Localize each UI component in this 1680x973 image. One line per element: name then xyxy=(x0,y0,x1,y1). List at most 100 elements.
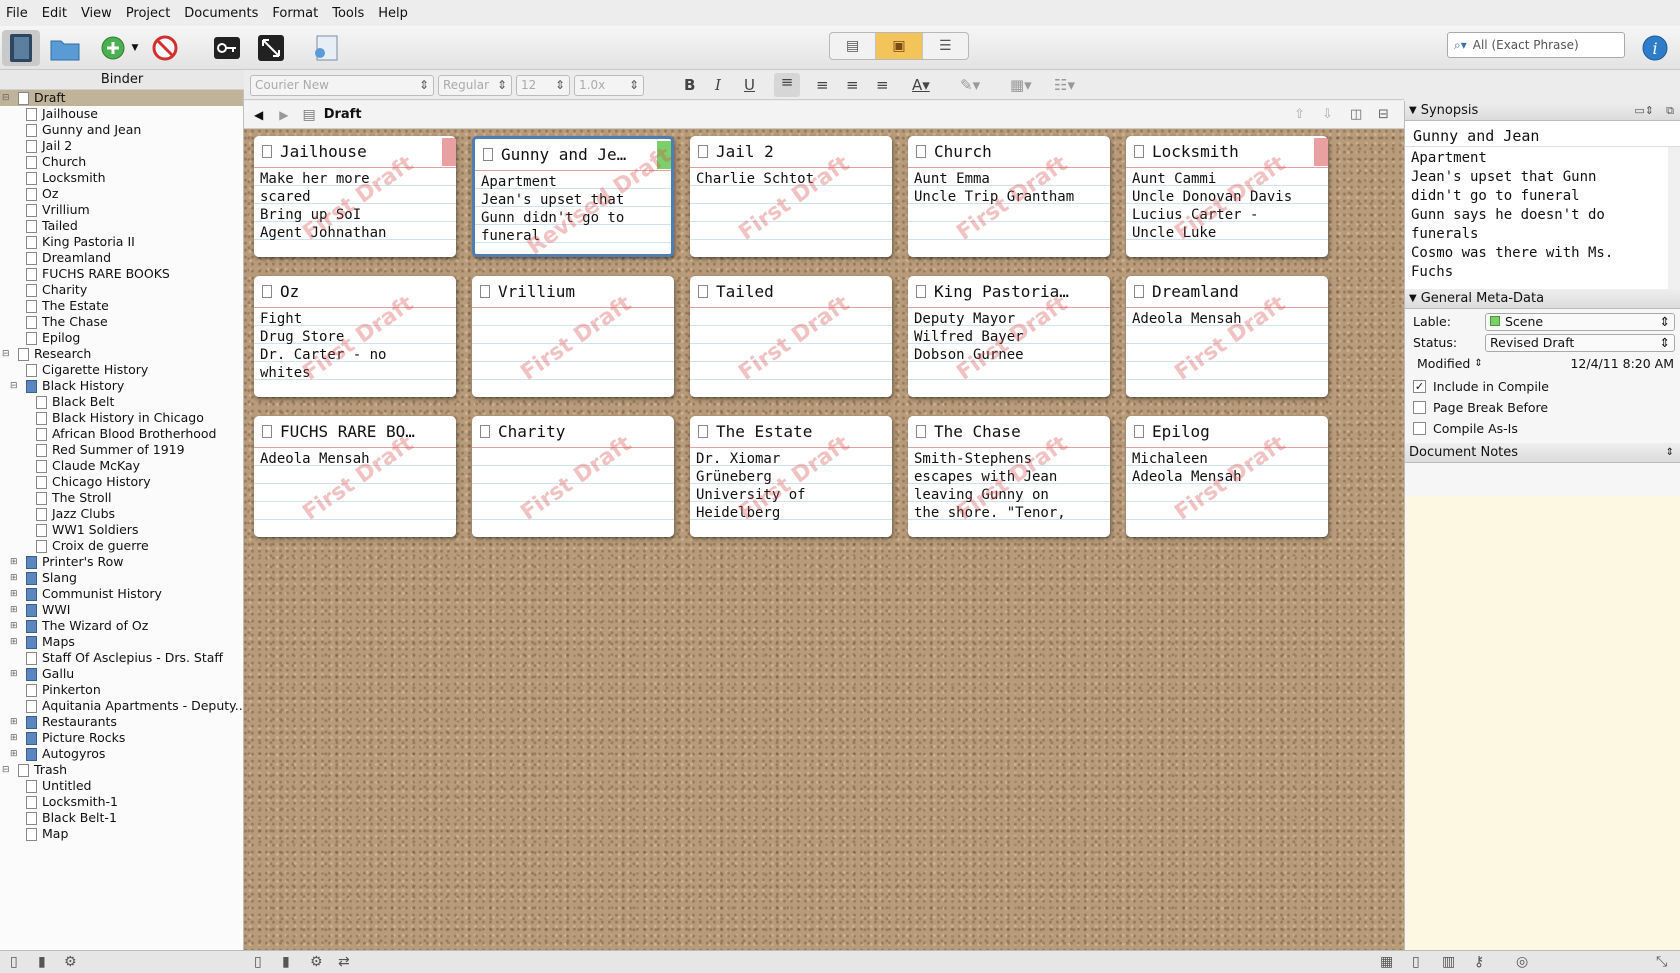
align-left-icon[interactable]: ≡ xyxy=(774,73,800,97)
table-icon[interactable]: ▦▾ xyxy=(1010,76,1032,94)
split-horizontal-icon[interactable]: ⊟ xyxy=(1378,107,1389,122)
binder-tree[interactable]: ⊟ Draft Jailhouse Gunny and Jean Jail 2 Churc… xyxy=(0,90,244,950)
binder-item[interactable]: Map xyxy=(0,826,243,842)
card-synopsis[interactable]: Aunt Emma Uncle Trip Grantham xyxy=(908,168,1110,257)
line-spacing-select[interactable]: 1.0x ⇕ xyxy=(574,75,644,96)
expand-icon[interactable]: ⊞ xyxy=(10,554,20,570)
split-vertical-icon[interactable]: ◫ xyxy=(1350,107,1362,122)
index-card[interactable]: Tailed First Draft xyxy=(690,276,892,397)
index-card[interactable]: Jailhouse Make her more scared Bring up S… xyxy=(254,136,456,257)
font-size-select[interactable]: 12 ⇕ xyxy=(516,75,570,96)
binder-item[interactable]: ⊞ Communist History xyxy=(0,586,243,602)
italic-icon[interactable]: I xyxy=(715,76,721,94)
collections-button[interactable] xyxy=(46,30,84,66)
expand-icon[interactable]: ⊞ xyxy=(10,634,20,650)
binder-item[interactable]: The Estate xyxy=(0,298,243,314)
binder-item[interactable]: ⊟ Trash xyxy=(0,762,243,778)
menu-project[interactable]: Project xyxy=(126,6,170,21)
arrange-icon[interactable]: ⇄ xyxy=(338,954,350,970)
card-title[interactable]: Gunny and Je… xyxy=(475,139,671,171)
expand-icon[interactable]: ⊞ xyxy=(10,618,20,634)
menu-documents[interactable]: Documents xyxy=(184,6,258,21)
gear-icon[interactable]: ⚙ xyxy=(64,954,77,970)
modified-label[interactable]: Modified xyxy=(1417,356,1470,371)
card-title[interactable]: Dreamland xyxy=(1126,276,1328,308)
binder-item[interactable]: Locksmith xyxy=(0,170,243,186)
font-family-select[interactable]: Courier New ⇕ xyxy=(250,75,434,96)
binder-item[interactable]: Red Summer of 1919 xyxy=(0,442,243,458)
binder-item[interactable]: Aquitania Apartments - Deputy... xyxy=(0,698,243,714)
page-break-checkbox[interactable] xyxy=(1413,401,1426,414)
resize-icon[interactable]: ⤡ xyxy=(1656,954,1667,970)
card-title[interactable]: FUCHS RARE BO… xyxy=(254,416,456,448)
new-document-icon[interactable]: ▯ xyxy=(254,954,262,970)
synopsis-mode-icon[interactable]: ▭⇕ xyxy=(1634,101,1654,121)
card-synopsis[interactable]: Make her more scared Bring up SoI Agent … xyxy=(254,168,456,257)
menu-help[interactable]: Help xyxy=(378,6,408,21)
inspector-tools-button[interactable] xyxy=(306,30,344,66)
document-notes-header[interactable]: Document Notes ⇕ xyxy=(1405,443,1680,463)
menu-format[interactable]: Format xyxy=(272,6,318,21)
inspector-button[interactable]: i xyxy=(1637,30,1673,66)
key-icon[interactable]: ⚷ xyxy=(1474,954,1484,970)
index-card[interactable]: Oz Fight Drug Store Dr. Carter - no white… xyxy=(254,276,456,397)
compile-as-is-checkbox[interactable] xyxy=(1413,422,1426,435)
binder-item[interactable]: ⊟ Research xyxy=(0,346,243,362)
new-document-icon[interactable]: ▯ xyxy=(10,954,18,970)
binder-item[interactable]: WW1 Soldiers xyxy=(0,522,243,538)
binder-item[interactable]: Tailed xyxy=(0,218,243,234)
card-synopsis[interactable]: Adeola Mensah xyxy=(254,448,456,537)
card-synopsis[interactable]: Adeola Mensah xyxy=(1126,308,1328,397)
collapse-icon[interactable]: ⊟ xyxy=(10,378,20,394)
image-icon[interactable]: ⧉ xyxy=(1666,101,1674,121)
expand-icon[interactable]: ⊞ xyxy=(10,730,20,746)
bold-icon[interactable]: B xyxy=(684,76,695,94)
expand-icon[interactable]: ⊞ xyxy=(10,714,20,730)
binder-item[interactable]: Croix de guerre xyxy=(0,538,243,554)
binder-item[interactable]: Black History in Chicago xyxy=(0,410,243,426)
binder-item[interactable]: Church xyxy=(0,154,243,170)
index-card[interactable]: Dreamland Adeola Mensah First Draft xyxy=(1126,276,1328,397)
binder-item[interactable]: Chicago History xyxy=(0,474,243,490)
card-title[interactable]: The Chase xyxy=(908,416,1110,448)
index-card[interactable]: Locksmith Aunt Cammi Uncle Donovan Davis … xyxy=(1126,136,1328,257)
binder-item[interactable]: The Stroll xyxy=(0,490,243,506)
card-title[interactable]: Tailed xyxy=(690,276,892,308)
binder-item[interactable]: Claude McKay xyxy=(0,458,243,474)
card-synopsis[interactable]: Charlie Schtot xyxy=(690,168,892,257)
up-arrow-icon[interactable]: ⇧ xyxy=(1294,107,1305,122)
align-center-icon[interactable]: ≡ xyxy=(816,76,829,94)
index-card[interactable]: The Chase Smith-Stephens escapes with Jea… xyxy=(908,416,1110,537)
card-title[interactable]: Oz xyxy=(254,276,456,308)
binder-item[interactable]: ⊞ Autogyros xyxy=(0,746,243,762)
binder-item[interactable]: Black Belt xyxy=(0,394,243,410)
binder-item[interactable]: ⊞ Restaurants xyxy=(0,714,243,730)
add-button[interactable] xyxy=(98,30,128,66)
binder-item[interactable]: Charity xyxy=(0,282,243,298)
menu-edit[interactable]: Edit xyxy=(42,6,67,21)
card-synopsis[interactable]: Smith-Stephens escapes with Jean leaving… xyxy=(908,448,1110,537)
collapse-icon[interactable]: ⊟ xyxy=(2,90,12,106)
binder-item[interactable]: FUCHS RARE BOOKS xyxy=(0,266,243,282)
binder-item[interactable]: Dreamland xyxy=(0,250,243,266)
binder-item[interactable]: ⊞ Slang xyxy=(0,570,243,586)
updown-icon[interactable]: ⇕ xyxy=(1666,443,1674,463)
fullscreen-button[interactable] xyxy=(252,30,290,66)
binder-item[interactable]: ⊟ Black History xyxy=(0,378,243,394)
index-card[interactable]: Charity First Draft xyxy=(472,416,674,537)
scrivenings-view-button[interactable]: ▤ xyxy=(830,33,877,59)
card-synopsis[interactable] xyxy=(690,308,892,397)
binder-item[interactable]: Jail 2 xyxy=(0,138,243,154)
card-title[interactable]: Vrillium xyxy=(472,276,674,308)
keywords-button[interactable] xyxy=(208,30,246,66)
outliner-view-button[interactable]: ☰ xyxy=(923,33,968,59)
binder-toggle-button[interactable] xyxy=(2,30,40,66)
card-title[interactable]: Locksmith xyxy=(1126,136,1328,168)
synopsis-text[interactable]: Apartment Jean's upset that Gunn didn't … xyxy=(1405,147,1680,289)
card-title[interactable]: Epilog xyxy=(1126,416,1328,448)
align-justify-icon[interactable]: ≡ xyxy=(846,76,859,94)
binder-item[interactable]: Epilog xyxy=(0,330,243,346)
index-card[interactable]: Vrillium First Draft xyxy=(472,276,674,397)
include-compile-checkbox[interactable]: ✓ xyxy=(1413,380,1426,393)
card-title[interactable]: Jail 2 xyxy=(690,136,892,168)
